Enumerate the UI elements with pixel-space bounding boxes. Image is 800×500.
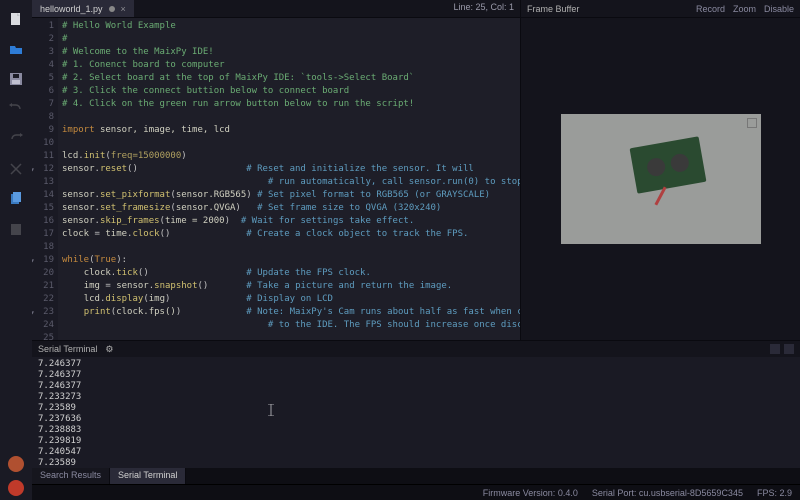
tab-helloworld[interactable]: helloworld_1.py × — [32, 0, 134, 17]
toolbar-sidebar — [0, 0, 32, 500]
top-row: helloworld_1.py × 1234567891011121314151… — [32, 0, 800, 340]
code-area[interactable]: 1234567891011121314151617181920212223242… — [32, 18, 520, 340]
frame-buffer-links: Record Zoom Disable — [696, 4, 794, 14]
undo-icon[interactable] — [4, 97, 28, 121]
fps-readout: FPS: 2.9 — [757, 488, 792, 498]
close-icon[interactable]: × — [121, 4, 126, 14]
terminal-title: Serial Terminal — [38, 344, 97, 354]
line-gutter: 1234567891011121314151617181920212223242… — [32, 18, 58, 340]
terminal-header: Serial Terminal ⚙ — [32, 341, 800, 357]
main-area: helloworld_1.py × 1234567891011121314151… — [32, 0, 800, 500]
frame-buffer-header: Frame Buffer Record Zoom Disable — [521, 0, 800, 18]
modified-dot-icon — [109, 6, 115, 12]
fb-link-zoom[interactable]: Zoom — [733, 4, 756, 14]
statusbar: Firmware Version: 0.4.0 Serial Port: cu.… — [32, 484, 800, 500]
cut-icon[interactable] — [4, 157, 28, 181]
terminal-close-icon[interactable] — [784, 344, 794, 354]
fb-link-disable[interactable]: Disable — [764, 4, 794, 14]
terminal-settings-icon[interactable]: ⚙ — [105, 344, 113, 355]
cursor-position: Line: 25, Col: 1 — [453, 2, 514, 12]
frame-buffer-image[interactable] — [561, 114, 761, 244]
serial-port: Serial Port: cu.usbserial-8D5659C345 — [592, 488, 743, 498]
fb-link-record[interactable]: Record — [696, 4, 725, 14]
frame-buffer-title: Frame Buffer — [527, 4, 579, 14]
terminal-collapse-icon[interactable] — [770, 344, 780, 354]
save-icon[interactable] — [4, 67, 28, 91]
terminal-output[interactable]: 7.246377 7.246377 7.246377 7.233273 7.23… — [32, 357, 800, 468]
paste-icon[interactable] — [4, 217, 28, 241]
bottom-tab-serial-terminal[interactable]: Serial Terminal — [110, 468, 186, 484]
frame-buffer-pane: Frame Buffer Record Zoom Disable — [520, 0, 800, 340]
file-icon[interactable] — [4, 7, 28, 31]
copy-icon[interactable] — [4, 187, 28, 211]
code-text[interactable]: # Hello World Example # # Welcome to the… — [58, 18, 520, 340]
firmware-version: Firmware Version: 0.4.0 — [483, 488, 578, 498]
editor-tabbar: helloworld_1.py × — [32, 0, 520, 18]
frame-buffer-body — [521, 18, 800, 340]
editor-pane: helloworld_1.py × 1234567891011121314151… — [32, 0, 520, 340]
tab-label: helloworld_1.py — [40, 4, 103, 14]
text-cursor-icon — [268, 404, 274, 416]
run-button[interactable] — [8, 480, 24, 496]
folder-open-icon[interactable] — [4, 37, 28, 61]
redo-icon[interactable] — [4, 127, 28, 151]
bottom-tab-search-results[interactable]: Search Results — [32, 468, 110, 484]
connect-button[interactable] — [8, 456, 24, 472]
bottom-tabbar: Search ResultsSerial Terminal — [32, 468, 800, 484]
serial-terminal-pane: Serial Terminal ⚙ 7.246377 7.246377 7.24… — [32, 340, 800, 468]
